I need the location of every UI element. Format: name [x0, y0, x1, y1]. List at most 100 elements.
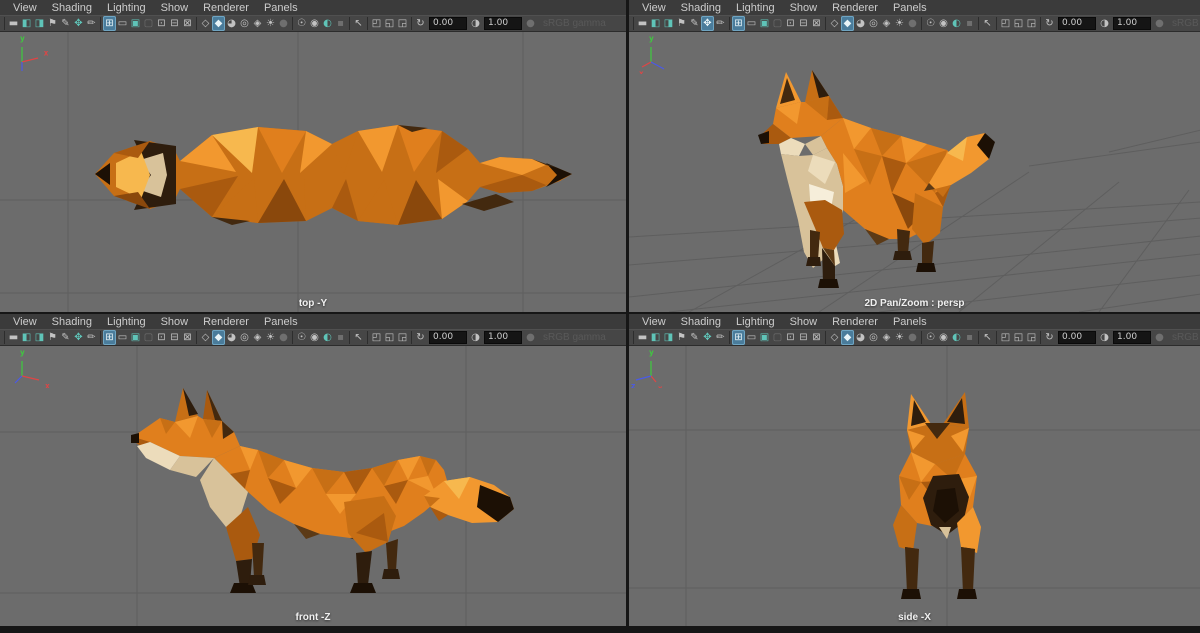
menu-panels[interactable]: Panels	[257, 2, 306, 14]
pencil-tool-icon[interactable]: ✎	[688, 16, 701, 31]
field-chart-icon[interactable]: ⊡	[155, 16, 168, 31]
lock-camera-view-icon[interactable]: ◱	[383, 330, 396, 345]
motion-trail-icon[interactable]: ◐	[321, 330, 334, 345]
lighting-icon[interactable]: ☀	[893, 16, 906, 31]
lighting-icon[interactable]: ☀	[893, 330, 906, 345]
lighting-icon[interactable]: ☀	[264, 330, 277, 345]
select-tool-icon[interactable]: ↖	[981, 330, 994, 345]
resolution-gate-icon[interactable]: ▣	[758, 330, 771, 345]
gate-mask-icon[interactable]: ▢	[142, 330, 155, 345]
gamma-field[interactable]	[484, 331, 522, 344]
menu-panels[interactable]: Panels	[257, 316, 306, 328]
viewport-canvas-bottom-right[interactable]: yxzside -X	[629, 346, 1200, 626]
exposure-icon[interactable]: ↻	[414, 16, 427, 31]
wire-on-shaded-icon[interactable]: ◎	[238, 330, 251, 345]
menu-view[interactable]: View	[635, 316, 674, 328]
gamma-icon[interactable]: ◑	[469, 330, 482, 345]
isolate-select-icon[interactable]: ◰	[370, 16, 383, 31]
pan-zoom-2d-icon[interactable]: ✥	[701, 330, 714, 345]
film-gate-icon[interactable]: ▭	[116, 16, 129, 31]
wire-on-shaded-icon[interactable]: ◎	[238, 16, 251, 31]
isolate-select-icon[interactable]: ◰	[999, 330, 1012, 345]
wire-on-shaded-icon[interactable]: ◎	[867, 330, 880, 345]
menu-lighting[interactable]: Lighting	[729, 2, 783, 14]
menu-view[interactable]: View	[6, 316, 45, 328]
textured-icon[interactable]: ◕	[854, 16, 867, 31]
joint-xray-icon[interactable]: ☉	[295, 330, 308, 345]
pencil-tool-icon[interactable]: ✎	[59, 330, 72, 345]
plugin-icon[interactable]: ▪	[963, 16, 976, 31]
viewport-canvas-top-right[interactable]: yxz2D Pan/Zoom : persp	[629, 32, 1200, 312]
shadows-icon[interactable]: ●	[277, 330, 290, 345]
safe-title-icon[interactable]: ⊠	[181, 330, 194, 345]
exposure-icon[interactable]: ↻	[1043, 330, 1056, 345]
resolution-gate-icon[interactable]: ▣	[129, 330, 142, 345]
plugin-icon[interactable]: ▪	[334, 330, 347, 345]
safe-action-icon[interactable]: ⊟	[168, 16, 181, 31]
menu-show[interactable]: Show	[783, 2, 826, 14]
menu-renderer[interactable]: Renderer	[196, 316, 257, 328]
gamma-icon[interactable]: ◑	[1098, 16, 1111, 31]
fox-model[interactable]	[758, 70, 995, 288]
grease-pencil-icon[interactable]: ✏	[85, 16, 98, 31]
gamma-icon[interactable]: ◑	[469, 16, 482, 31]
image-plane-icon[interactable]: ◲	[1025, 330, 1038, 345]
bookmark-icon[interactable]: ⚑	[46, 16, 59, 31]
field-chart-icon[interactable]: ⊡	[784, 330, 797, 345]
gamma-field[interactable]	[1113, 331, 1151, 344]
bookmark-icon[interactable]: ⚑	[675, 16, 688, 31]
safe-action-icon[interactable]: ⊟	[797, 16, 810, 31]
menu-renderer[interactable]: Renderer	[825, 316, 886, 328]
grid-icon[interactable]: ⊞	[103, 16, 116, 31]
menu-view[interactable]: View	[6, 2, 45, 14]
exposure-icon[interactable]: ↻	[414, 330, 427, 345]
film-gate-icon[interactable]: ▭	[745, 330, 758, 345]
smooth-shade-icon[interactable]: ◆	[841, 330, 854, 345]
pan-zoom-2d-icon[interactable]: ✥	[701, 16, 714, 31]
isolate-select-icon[interactable]: ◰	[999, 16, 1012, 31]
wireframe-icon[interactable]: ◇	[199, 16, 212, 31]
camera-icon[interactable]: ▬	[7, 330, 20, 345]
camera-bookmark-icon[interactable]: ◨	[662, 16, 675, 31]
textured-icon[interactable]: ◕	[854, 330, 867, 345]
camera-icon[interactable]: ▬	[636, 16, 649, 31]
camera-bookmark-icon[interactable]: ◨	[33, 16, 46, 31]
wireframe-icon[interactable]: ◇	[199, 330, 212, 345]
srgb-toggle-icon[interactable]: ●	[1153, 330, 1166, 345]
exposure-field[interactable]	[1058, 331, 1096, 344]
camera-lock-icon[interactable]: ◧	[649, 330, 662, 345]
bookmark-icon[interactable]: ⚑	[46, 330, 59, 345]
pan-zoom-2d-icon[interactable]: ✥	[72, 330, 85, 345]
grease-pencil-icon[interactable]: ✏	[714, 330, 727, 345]
menu-lighting[interactable]: Lighting	[100, 2, 154, 14]
viewport-pane-top-right[interactable]: View Shading Lighting Show Renderer Panels ▬ ◧ ◨…	[629, 0, 1200, 312]
gamma-field[interactable]	[484, 17, 522, 30]
viewport-3d-scene[interactable]	[629, 346, 1200, 626]
film-gate-icon[interactable]: ▭	[116, 330, 129, 345]
image-plane-icon[interactable]: ◲	[1025, 16, 1038, 31]
resolution-gate-icon[interactable]: ▣	[758, 16, 771, 31]
lock-camera-view-icon[interactable]: ◱	[1012, 16, 1025, 31]
field-chart-icon[interactable]: ⊡	[155, 330, 168, 345]
textured-icon[interactable]: ◕	[225, 16, 238, 31]
xray-icon[interactable]: ◉	[308, 16, 321, 31]
menu-show[interactable]: Show	[783, 316, 826, 328]
menu-lighting[interactable]: Lighting	[100, 316, 154, 328]
gate-mask-icon[interactable]: ▢	[771, 330, 784, 345]
xray-icon[interactable]: ◉	[937, 16, 950, 31]
menu-shading[interactable]: Shading	[45, 2, 100, 14]
gamma-icon[interactable]: ◑	[1098, 330, 1111, 345]
wireframe-icon[interactable]: ◇	[828, 330, 841, 345]
grid-icon[interactable]: ⊞	[732, 16, 745, 31]
fox-model[interactable]	[893, 392, 981, 599]
select-tool-icon[interactable]: ↖	[981, 16, 994, 31]
srgb-toggle-icon[interactable]: ●	[524, 330, 537, 345]
camera-bookmark-icon[interactable]: ◨	[33, 330, 46, 345]
camera-icon[interactable]: ▬	[636, 330, 649, 345]
camera-icon[interactable]: ▬	[7, 16, 20, 31]
safe-title-icon[interactable]: ⊠	[810, 16, 823, 31]
camera-lock-icon[interactable]: ◧	[20, 330, 33, 345]
srgb-toggle-icon[interactable]: ●	[1153, 16, 1166, 31]
smooth-shade-icon[interactable]: ◆	[212, 16, 225, 31]
xray-icon[interactable]: ◉	[937, 330, 950, 345]
